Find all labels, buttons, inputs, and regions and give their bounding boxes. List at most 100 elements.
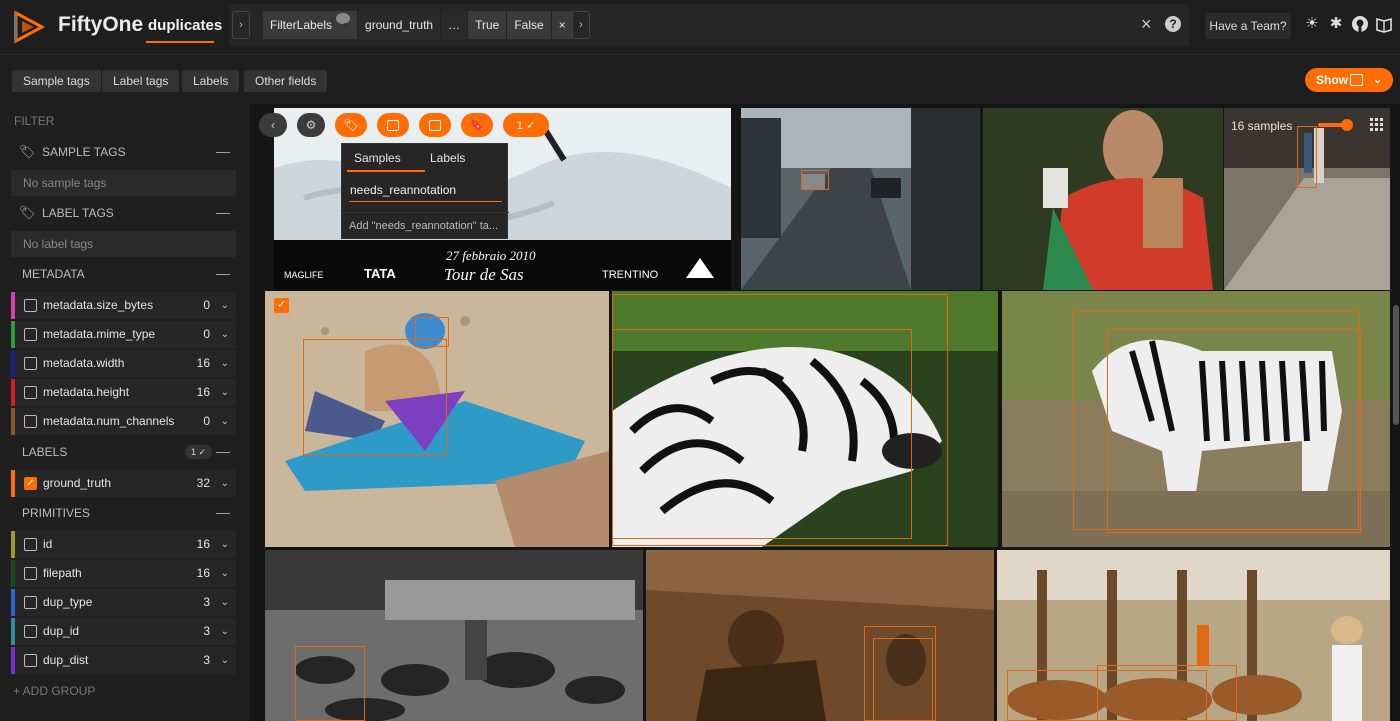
popup-tab-samples[interactable]: Samples [354,151,401,165]
field-row-metadata-mime-type[interactable]: metadata.mime_type 0 ⌄ [11,321,236,348]
label-tags-header[interactable]: 🏷 LABEL TAGS — [11,199,236,227]
expand-chevron-icon[interactable]: ⌄ [221,560,229,587]
similarity-button-icon[interactable] [419,113,451,137]
primitives-header[interactable]: PRIMITIVES — [11,499,236,527]
field-row-dup-id[interactable]: dup_id 3 ⌄ [11,618,236,645]
field-checkbox[interactable] [24,538,37,551]
have-a-team-button[interactable]: Have a Team? [1205,13,1291,39]
settings-gear-icon[interactable]: ⚙ [297,113,325,137]
tag-input-underline [349,201,502,202]
expand-chevron-icon[interactable]: ⌄ [221,531,229,558]
sample-tile-sidewalk[interactable] [1224,108,1390,290]
zoom-slider-handle[interactable] [1341,119,1353,131]
collapse-icon[interactable]: — [216,259,230,287]
view-bar-prev-arrow[interactable]: › [232,11,250,39]
add-group-button[interactable]: + ADD GROUP [13,684,95,698]
show-panel-button[interactable]: Show ⌄ [1305,68,1393,92]
collapse-icon[interactable]: — [216,137,230,165]
sample-tile-zebra-closeup[interactable] [612,291,998,547]
collapse-icon[interactable]: — [216,437,230,465]
field-checkbox[interactable] [24,625,37,638]
field-checkbox[interactable] [24,567,37,580]
expand-chevron-icon[interactable]: ⌄ [221,292,229,319]
sample-tile-street[interactable] [741,108,980,290]
tag-icon: 🏷 [19,144,36,159]
slack-icon[interactable]: ✱ [1327,15,1345,33]
field-row-metadata-height[interactable]: metadata.height 16 ⌄ [11,379,236,406]
github-icon[interactable] [1351,15,1369,33]
popup-tab-labels[interactable]: Labels [430,151,465,165]
docs-book-icon[interactable] [1375,15,1393,33]
stage-name[interactable]: FilterLabels? [263,11,357,39]
field-row-filepath[interactable]: filepath 16 ⌄ [11,560,236,587]
field-row-metadata-width[interactable]: metadata.width 16 ⌄ [11,350,236,377]
collapse-icon[interactable]: — [216,198,230,226]
expand-chevron-icon[interactable]: ⌄ [221,408,229,435]
sample-tile-two-zebras[interactable] [1002,291,1390,547]
stage-option-true[interactable]: True [467,11,506,39]
expand-chevron-icon[interactable]: ⌄ [221,350,229,377]
field-checkbox[interactable] [24,654,37,667]
tile-selected-checkbox[interactable]: ✓ [274,298,289,313]
sample-tile-cattle-barn[interactable] [997,550,1390,721]
view-bar: › FilterLabels? ground_truth … True Fals… [229,4,1189,46]
field-row-ground-truth[interactable]: ✓ ground_truth 32 ⌄ [11,470,236,497]
light-mode-sun-icon[interactable]: ☀ [1303,15,1321,33]
field-checkbox[interactable]: ✓ [24,477,37,490]
stage-option-false[interactable]: False [506,11,550,39]
field-checkbox[interactable] [24,386,37,399]
stage-field-input[interactable]: ground_truth [357,11,441,39]
tab-label-tags[interactable]: Label tags [102,70,180,92]
collapse-icon[interactable]: — [216,498,230,526]
expand-chevron-icon[interactable]: ⌄ [221,321,229,348]
field-checkbox[interactable] [24,328,37,341]
expand-chevron-icon[interactable]: ⌄ [221,470,229,497]
sample-tile-man-eating[interactable] [983,108,1223,290]
stage-remove-icon[interactable]: × [550,11,573,39]
tab-other-fields[interactable]: Other fields [244,70,328,92]
sample-tile-indoor-dark[interactable] [646,550,994,721]
field-name: metadata.size_bytes [43,298,154,312]
view-bar-next-arrow[interactable]: › [572,11,590,39]
expand-chevron-icon[interactable]: ⌄ [221,618,229,645]
field-row-metadata-size-bytes[interactable]: metadata.size_bytes 0 ⌄ [11,292,236,319]
selected-count-badge[interactable]: 1 ✓ [503,113,549,137]
tab-sample-tags[interactable]: Sample tags [12,70,101,92]
sample-tile-motorbikes[interactable] [265,550,643,721]
grid-layout-icon[interactable] [1370,118,1384,132]
help-icon[interactable]: ? [1165,16,1181,32]
tab-labels[interactable]: Labels [182,70,240,92]
field-checkbox[interactable] [24,596,37,609]
field-row-id[interactable]: id 16 ⌄ [11,531,236,558]
add-tag-option[interactable]: Add "needs_reannotation" ta... [342,212,509,240]
save-view-bookmark-icon[interactable]: 🔖 [461,113,493,137]
labels-selected-badge[interactable]: 1 ✓ [184,445,212,459]
labels-header[interactable]: LABELS 1 ✓ — [11,438,236,466]
metadata-header[interactable]: METADATA — [11,260,236,288]
field-name: filepath [43,566,82,580]
field-row-dup-type[interactable]: dup_type 3 ⌄ [11,589,236,616]
clear-view-close-icon[interactable]: × [1141,14,1152,35]
field-color-swatch [11,589,15,616]
sample-tile-beach-kite[interactable] [265,291,609,547]
detection-box [801,170,829,190]
grid-scrollbar[interactable] [1393,305,1399,425]
field-checkbox[interactable] [24,357,37,370]
app-title[interactable]: FiftyOne [58,13,143,37]
tag-input[interactable]: needs_reannotation [350,183,456,197]
expand-chevron-icon[interactable]: ⌄ [221,589,229,616]
field-checkbox[interactable] [24,299,37,312]
banner-event: Tour de Sas [444,265,524,284]
expand-chevron-icon[interactable]: ⌄ [221,379,229,406]
sample-tags-header[interactable]: 🏷 SAMPLE TAGS — [11,138,236,166]
expand-chevron-icon[interactable]: ⌄ [221,647,229,674]
field-checkbox[interactable] [24,415,37,428]
back-chevron-icon[interactable]: ‹ [259,113,287,137]
patches-button-icon[interactable] [377,113,409,137]
stage-help-icon[interactable]: ? [336,13,351,31]
dataset-selector[interactable]: duplicates [148,17,222,34]
stage-more-button[interactable]: … [440,11,468,39]
field-row-metadata-num-channels[interactable]: metadata.num_channels 0 ⌄ [11,408,236,435]
field-row-dup-dist[interactable]: dup_dist 3 ⌄ [11,647,236,674]
tag-button-icon[interactable]: 🏷 [335,113,367,137]
